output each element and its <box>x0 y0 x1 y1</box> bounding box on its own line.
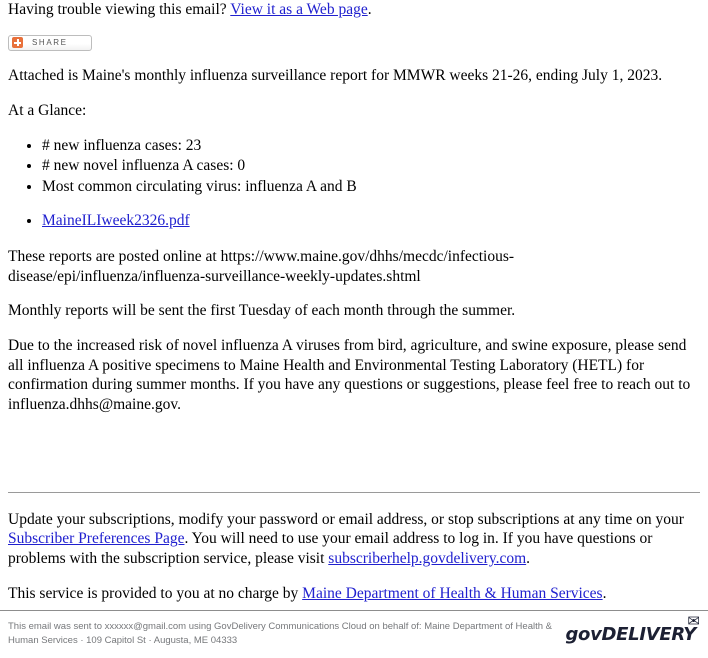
subscriptions-suffix: . <box>526 550 531 568</box>
service-suffix: . <box>602 585 607 603</box>
trouble-viewing-text: Having trouble viewing this email? <box>8 1 231 18</box>
monthly-reports-paragraph: Monthly reports will be sent the first T… <box>8 302 516 320</box>
subscriber-preferences-link[interactable]: Subscriber Preferences Page <box>8 530 184 547</box>
subscriptions-paragraph: Update your subscriptions, modify your p… <box>8 510 700 569</box>
share-button[interactable]: SHARE <box>8 34 92 51</box>
footer-divider <box>8 491 700 493</box>
posted-online-paragraph: These reports are posted online at https… <box>8 247 515 285</box>
trouble-viewing-suffix: . <box>367 1 372 18</box>
plus-square-icon <box>12 37 23 49</box>
subscriber-help-link[interactable]: subscriberhelp.govdelivery.com <box>328 550 526 567</box>
share-button-container: SHARE <box>8 34 700 54</box>
attachment-list: MaineILIweek2326.pdf <box>8 211 700 232</box>
trouble-viewing-line: Having trouble viewing this email? View … <box>8 0 700 20</box>
view-as-web-page-link[interactable]: View it as a Web page <box>230 1 367 18</box>
list-item: MaineILIweek2326.pdf <box>42 211 700 232</box>
lead-paragraph: Attached is Maine's monthly influenza su… <box>8 67 663 85</box>
share-button-label: SHARE <box>32 37 68 47</box>
sent-to-text: This email was sent to xxxxxx@gmail.com … <box>8 620 552 646</box>
email-body: Having trouble viewing this email? View … <box>0 0 708 604</box>
bottom-bar: This email was sent to xxxxxx@gmail.com … <box>0 609 708 658</box>
list-item: # new influenza cases: 23 <box>42 136 700 157</box>
service-paragraph: This service is provided to you at no ch… <box>8 584 700 604</box>
footer-links-section: Update your subscriptions, modify your p… <box>8 510 700 604</box>
service-prefix: This service is provided to you at no ch… <box>8 585 303 603</box>
subscriptions-prefix: Update your subscriptions, modify your p… <box>8 510 684 528</box>
at-a-glance-list: # new influenza cases: 23 # new novel in… <box>8 136 700 198</box>
envelope-icon: ✉ <box>687 613 700 630</box>
at-a-glance-heading: At a Glance: <box>8 101 87 119</box>
maine-dhhs-link[interactable]: Maine Department of Health & Human Servi… <box>302 585 602 602</box>
list-item: Most common circulating virus: influenza… <box>42 177 700 198</box>
attachment-pdf-link[interactable]: MaineILIweek2326.pdf <box>42 212 190 229</box>
govdelivery-wordmark: govDELIVERY <box>565 623 696 645</box>
risk-notice-paragraph: Due to the increased risk of novel influ… <box>8 336 691 413</box>
list-item: # new novel influenza A cases: 0 <box>42 156 700 177</box>
govdelivery-logo: govDELIVERY ✉ <box>565 614 700 645</box>
